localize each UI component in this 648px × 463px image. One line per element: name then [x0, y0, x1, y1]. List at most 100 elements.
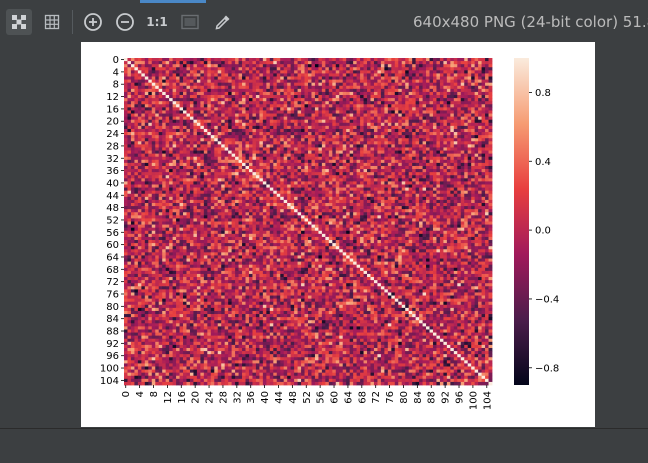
heatmap-cell: [280, 184, 285, 188]
heatmap-cell: [186, 95, 191, 99]
background-toggle-button[interactable]: [177, 9, 203, 35]
heatmap-cell: [169, 98, 173, 102]
heatmap-cell: [481, 165, 486, 170]
heatmap-cell: [308, 138, 312, 142]
zoom-in-button[interactable]: [80, 9, 106, 35]
heatmap-cell: [283, 61, 288, 65]
heatmap-cell: [200, 141, 205, 145]
heatmap-cell: [148, 135, 153, 139]
heatmap-cell: [262, 128, 267, 133]
heatmap-cell: [439, 95, 444, 99]
heatmap-cell: [266, 91, 271, 96]
heatmap-cell: [367, 138, 371, 142]
heatmap-cell: [346, 165, 351, 170]
heatmap-cell: [297, 141, 302, 145]
heatmap-cell: [134, 128, 139, 133]
heatmap-cell: [151, 110, 156, 114]
heatmap-cell: [346, 88, 351, 93]
heatmap-cell: [124, 95, 128, 99]
heatmap-cell: [196, 79, 201, 84]
heatmap-cell: [210, 181, 215, 185]
heatmap-cell: [255, 67, 260, 71]
heatmap-cell: [235, 175, 239, 179]
heatmap-cell: [255, 70, 260, 74]
heatmap-cell: [162, 135, 167, 139]
heatmap-cell: [189, 138, 194, 142]
heatmap-cell: [137, 147, 142, 151]
heatmap-cell: [349, 110, 354, 114]
heatmap-cell: [346, 91, 351, 96]
heatmap-cell: [450, 187, 455, 192]
heatmap-cell: [432, 184, 437, 188]
heatmap-cell: [342, 91, 347, 96]
heatmap-cell: [297, 156, 302, 161]
heatmap-cell: [332, 135, 337, 139]
heatmap-cell: [189, 165, 194, 170]
heatmap-cell: [200, 178, 205, 182]
fit-to-screen-button[interactable]: [6, 9, 32, 35]
heatmap-cell: [238, 79, 243, 84]
heatmap-cell: [155, 169, 160, 173]
heatmap-cell: [189, 70, 194, 74]
heatmap-cell: [141, 116, 146, 121]
heatmap-cell: [248, 169, 253, 173]
heatmap-cell: [151, 58, 156, 62]
heatmap-cell: [443, 153, 448, 158]
heatmap-cell: [165, 104, 170, 108]
heatmap-cell: [127, 193, 132, 198]
heatmap-cell: [457, 132, 462, 136]
show-grid-button[interactable]: [39, 9, 65, 35]
heatmap-cell: [238, 175, 243, 179]
heatmap-cell: [384, 98, 389, 102]
heatmap-cell: [158, 184, 163, 188]
heatmap-cell: [137, 187, 142, 192]
heatmap-cell: [401, 119, 406, 124]
heatmap-cell: [141, 73, 146, 77]
heatmap-cell: [384, 113, 389, 118]
zoom-out-button[interactable]: [112, 9, 138, 35]
heatmap-cell: [304, 64, 309, 68]
heatmap-cell: [335, 82, 340, 87]
heatmap-cell: [481, 67, 486, 71]
heatmap-cell: [450, 76, 455, 80]
heatmap-cell: [339, 156, 344, 161]
heatmap-cell: [401, 184, 406, 188]
heatmap-cell: [294, 91, 298, 96]
heatmap-cell: [478, 67, 482, 71]
heatmap-cell: [405, 107, 410, 111]
heatmap-cell: [478, 110, 482, 114]
heatmap-cell: [235, 58, 239, 62]
heatmap-cell: [176, 162, 180, 167]
heatmap-cell: [231, 122, 236, 127]
heatmap-cell: [269, 144, 274, 148]
heatmap-cell: [294, 125, 298, 130]
heatmap-cell: [224, 119, 229, 124]
heatmap-cell: [165, 196, 170, 201]
heatmap-cell: [276, 116, 281, 121]
heatmap-cell: [415, 122, 420, 127]
heatmap-cell: [401, 187, 406, 192]
heatmap-cell: [248, 76, 253, 80]
heatmap-cell: [408, 113, 413, 118]
heatmap-cell: [356, 79, 361, 84]
actual-size-button[interactable]: 1:1: [144, 9, 170, 35]
heatmap-cell: [346, 190, 351, 195]
heatmap-cell: [224, 67, 229, 71]
heatmap-cell: [297, 85, 302, 90]
heatmap-cell: [450, 73, 455, 77]
heatmap-cell: [262, 119, 267, 124]
heatmap-cell: [124, 184, 128, 188]
heatmap-cell: [301, 181, 305, 185]
heatmap-cell: [474, 70, 479, 74]
heatmap-cell: [408, 169, 413, 173]
heatmap-cell: [124, 187, 128, 192]
heatmap-cell: [460, 175, 465, 179]
heatmap-cell: [429, 165, 434, 170]
heatmap-cell: [165, 153, 170, 158]
heatmap-cell: [408, 64, 413, 68]
heatmap-cell: [255, 58, 260, 62]
color-picker-button[interactable]: [210, 9, 236, 35]
heatmap-cell: [328, 128, 333, 133]
heatmap-cell: [207, 95, 212, 99]
heatmap-cell: [346, 181, 351, 185]
